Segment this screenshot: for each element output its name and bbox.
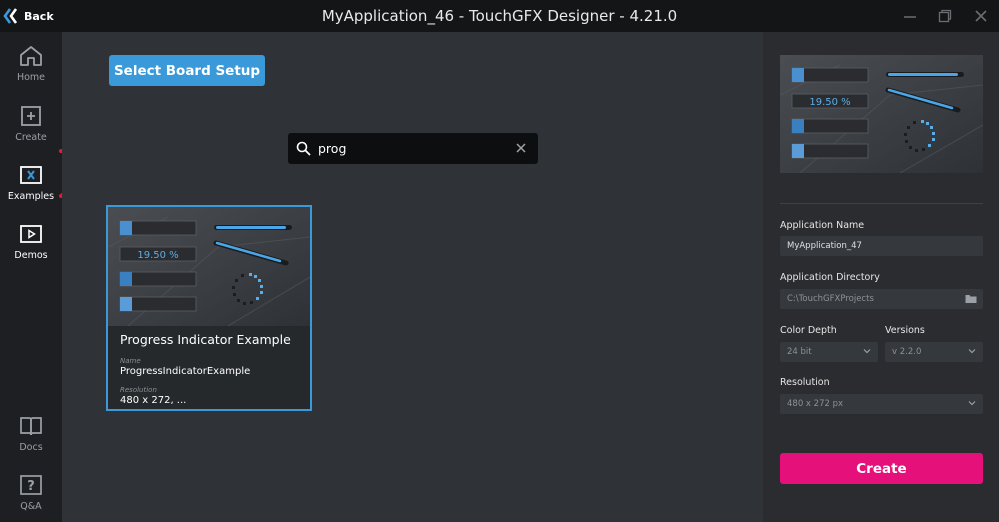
app-dir-placeholder: C:\TouchGFXProjects (787, 294, 874, 304)
minimize-icon[interactable] (902, 8, 918, 24)
chevron-down-icon (968, 349, 976, 354)
search-box (288, 133, 538, 164)
create-icon (21, 106, 41, 126)
sidebar-item-qa[interactable]: ? Q&A (0, 469, 62, 521)
create-button[interactable]: Create (780, 453, 983, 484)
close-icon[interactable] (973, 8, 989, 24)
example-name-value: ProgressIndicatorExample (120, 366, 251, 377)
right-panel: 19.50 % Application Name MyApplication_4… (763, 32, 999, 522)
sidebar-item-label: Docs (19, 442, 43, 453)
app-dir-label: Application Directory (780, 272, 880, 283)
qa-icon: ? (20, 475, 42, 495)
sidebar-item-label: Home (16, 72, 46, 83)
example-card-progress-indicator[interactable]: 19.50 % Progress Indicator Example Name … (106, 205, 312, 411)
versions-value: v 2.2.0 (892, 347, 922, 357)
example-resolution-label: Resolution (120, 386, 157, 394)
app-dir-field[interactable]: C:\TouchGFXProjects (780, 289, 983, 309)
versions-select[interactable]: v 2.2.0 (885, 342, 983, 362)
preview-percent-text: 19.50 % (809, 97, 850, 108)
clear-icon[interactable] (514, 141, 528, 155)
svg-text:?: ? (27, 479, 35, 494)
window-title: MyApplication_46 - TouchGFX Designer - 4… (321, 7, 678, 25)
select-board-setup-button[interactable]: Select Board Setup (109, 55, 265, 86)
home-icon (20, 46, 42, 66)
example-card-info: Progress Indicator Example Name Progress… (108, 326, 310, 409)
color-depth-label: Color Depth (780, 325, 837, 336)
docs-icon (20, 417, 42, 436)
title-bar: Back MyApplication_46 - TouchGFX Designe… (0, 0, 999, 32)
versions-label: Versions (885, 325, 925, 336)
app-name-label: Application Name (780, 220, 865, 231)
demos-icon (20, 225, 42, 243)
examples-icon (20, 166, 42, 184)
sidebar-item-create[interactable]: Create (0, 100, 62, 152)
resolution-select[interactable]: 480 x 272 px (780, 394, 983, 414)
example-card-title: Progress Indicator Example (120, 332, 291, 347)
sidebar: Home Create Examples Demos Docs ? Q&A (0, 32, 62, 522)
example-resolution-value: 480 x 272, ... (120, 395, 187, 406)
sidebar-item-label: Examples (7, 191, 55, 202)
examples-main-area: Select Board Setup 19.50 % (62, 32, 763, 522)
maximize-icon[interactable] (937, 8, 953, 24)
chevron-down-icon (863, 349, 871, 354)
sidebar-item-examples[interactable]: Examples (0, 159, 62, 211)
example-name-label: Name (120, 357, 141, 365)
color-depth-select[interactable]: 24 bit (780, 342, 878, 362)
app-name-field[interactable]: MyApplication_47 (780, 236, 983, 256)
color-depth-value: 24 bit (787, 347, 812, 357)
resolution-value: 480 x 272 px (787, 399, 844, 409)
sidebar-item-label: Demos (14, 250, 48, 261)
sidebar-item-demos[interactable]: Demos (0, 218, 62, 270)
search-input[interactable] (318, 137, 508, 160)
example-thumbnail: 19.50 % (108, 207, 310, 326)
search-icon (296, 141, 311, 156)
sidebar-item-label: Q&A (20, 501, 42, 512)
resolution-label: Resolution (780, 377, 830, 388)
folder-icon[interactable] (965, 293, 977, 304)
example-preview-image: 19.50 % (780, 55, 983, 173)
sidebar-item-label: Create (15, 132, 47, 143)
sidebar-item-home[interactable]: Home (0, 40, 62, 92)
divider (780, 203, 983, 204)
thumbnail-percent-text: 19.50 % (137, 250, 178, 261)
sidebar-item-docs[interactable]: Docs (0, 410, 62, 462)
chevron-down-icon (968, 401, 976, 406)
